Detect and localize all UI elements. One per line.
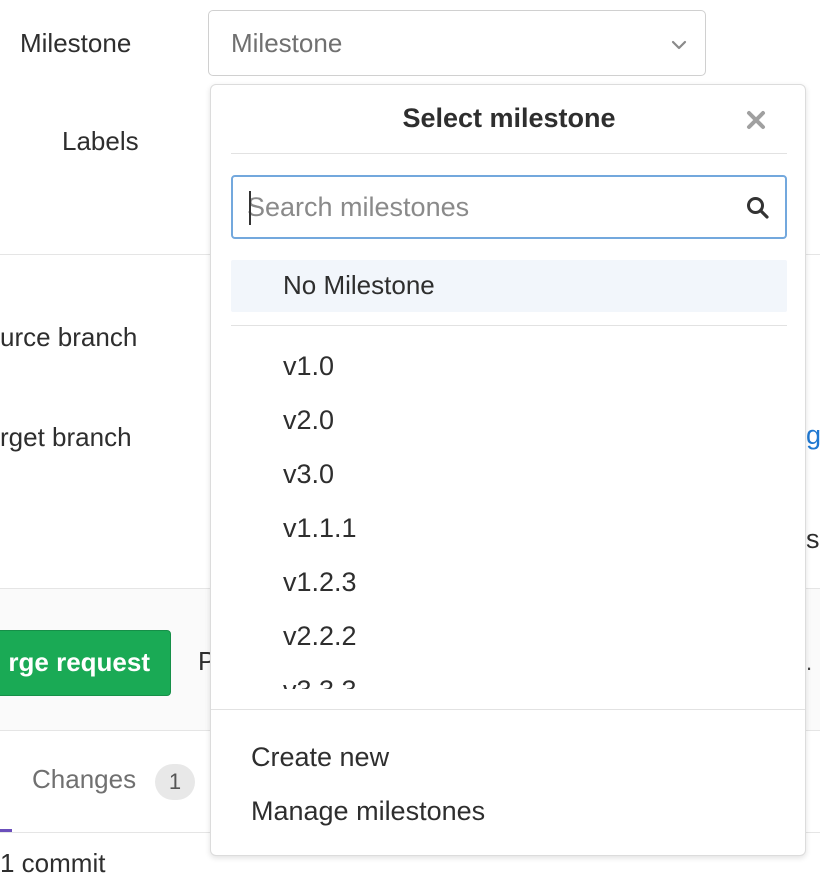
manage-milestones-link[interactable]: Manage milestones xyxy=(251,796,485,827)
dropdown-header-divider xyxy=(231,153,787,154)
labels-label: Labels xyxy=(62,126,139,156)
milestone-list[interactable]: v1.0 v2.0 v3.0 v1.1.1 v1.2.3 v2.2.2 v3.3… xyxy=(211,326,805,689)
milestone-option[interactable]: v3.3.3 xyxy=(283,675,357,689)
milestone-option[interactable]: v3.0 xyxy=(283,459,334,490)
milestone-option[interactable]: v2.0 xyxy=(283,405,334,436)
row-tail-text: s xyxy=(806,524,820,554)
tab-changes[interactable]: Changes xyxy=(32,764,136,795)
milestone-select[interactable]: Milestone xyxy=(208,10,706,76)
footer-divider xyxy=(211,709,805,710)
submit-merge-request-button[interactable]: rge request xyxy=(0,630,171,696)
search-icon xyxy=(747,197,769,219)
create-new-milestone-link[interactable]: Create new xyxy=(251,742,389,773)
milestone-option[interactable]: v1.2.3 xyxy=(283,567,357,598)
milestone-label: Milestone xyxy=(20,28,132,58)
target-branch-link[interactable]: g xyxy=(806,420,820,451)
submit-button-label: rge request xyxy=(8,647,150,677)
milestone-select-value: Milestone xyxy=(231,28,343,58)
milestone-search-field[interactable] xyxy=(231,175,787,239)
dropdown-title: Select milestone xyxy=(402,103,616,133)
more-ellipsis[interactable]: . . . xyxy=(806,650,820,676)
target-branch-label: rget branch xyxy=(0,422,132,452)
no-milestone-option[interactable]: No Milestone xyxy=(231,260,787,312)
milestone-option[interactable]: v1.1.1 xyxy=(283,513,357,544)
chevron-down-icon xyxy=(671,40,687,50)
text-caret xyxy=(249,191,251,225)
milestone-search-input[interactable] xyxy=(247,187,727,227)
commit-summary: 1 commit xyxy=(0,848,106,878)
close-icon[interactable] xyxy=(745,109,767,131)
milestone-dropdown: Select milestone No Milestone v1.0 v2.0 … xyxy=(210,84,806,856)
milestone-option[interactable]: v2.2.2 xyxy=(283,621,357,652)
no-milestone-label: No Milestone xyxy=(283,270,435,300)
changes-count-badge: 1 xyxy=(155,764,195,800)
source-branch-label: urce branch xyxy=(0,322,138,352)
milestone-option[interactable]: v1.0 xyxy=(283,351,334,382)
